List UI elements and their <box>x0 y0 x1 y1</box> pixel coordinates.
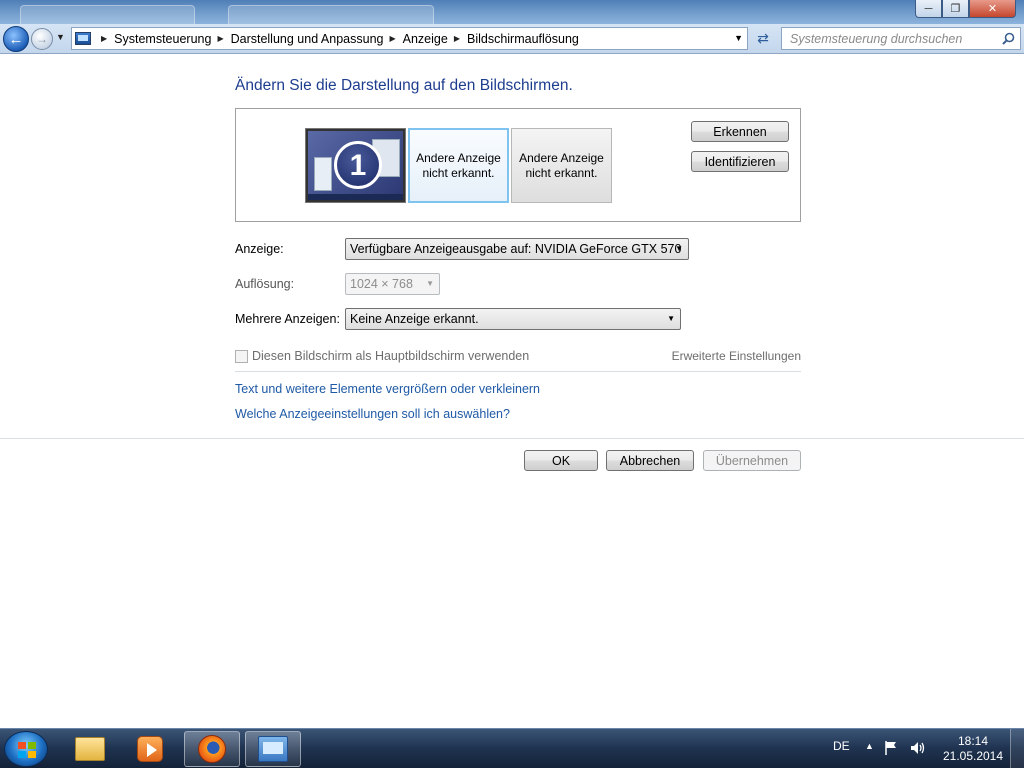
clock-date: 21.05.2014 <box>942 749 1004 763</box>
divider <box>235 371 801 372</box>
apply-button: Übernehmen <box>703 450 801 471</box>
footer-divider <box>0 438 1024 439</box>
primary-display-checkbox <box>235 349 248 363</box>
search-input[interactable]: Systemsteuerung durchsuchen <box>781 27 1021 50</box>
monitor-3[interactable]: Andere Anzeige nicht erkannt. <box>511 128 612 203</box>
forward-button[interactable]: → <box>31 28 53 50</box>
maximize-button[interactable]: ❐ <box>942 0 969 18</box>
recent-pages-dropdown[interactable]: ▼ <box>56 32 65 42</box>
identify-button[interactable]: Identifizieren <box>691 151 789 172</box>
monitor-1-preview: 1 <box>308 131 403 200</box>
background-tab <box>228 5 434 24</box>
caption-buttons: ─ ❐ ✕ <box>915 0 1016 18</box>
monitor-3-label: Andere Anzeige nicht erkannt. <box>519 150 604 180</box>
action-center-flag-icon[interactable] <box>884 740 898 756</box>
resolution-label: Auflösung: <box>235 277 295 291</box>
monitor-1[interactable]: 1 <box>305 128 406 203</box>
close-button[interactable]: ✕ <box>969 0 1016 18</box>
breadcrumb-systemsteuerung[interactable]: Systemsteuerung <box>114 32 211 46</box>
advanced-settings-link[interactable]: Erweiterte Einstellungen <box>672 349 801 363</box>
volume-icon[interactable] <box>910 740 926 756</box>
detect-button[interactable]: Erkennen <box>691 121 789 142</box>
display-select-value: Verfügbare Anzeigeausgabe auf: NVIDIA Ge… <box>350 242 682 256</box>
media-player-icon <box>137 736 163 762</box>
clock-time: 18:14 <box>957 734 989 748</box>
window-titlebar: ─ ❐ ✕ <box>0 0 1024 24</box>
breadcrumb-separator-icon[interactable]: ▶ <box>389 34 395 43</box>
primary-display-option: Diesen Bildschirm als Hauptbildschirm ve… <box>235 349 529 363</box>
language-indicator[interactable]: DE <box>833 739 850 753</box>
navigation-bar: ← → ▼ ▶ Systemsteuerung ▶ Darstellung un… <box>0 24 1024 54</box>
display-select[interactable]: Verfügbare Anzeigeausgabe auf: NVIDIA Ge… <box>345 238 689 260</box>
page-title: Ändern Sie die Darstellung auf den Bilds… <box>235 77 573 94</box>
chevron-down-icon: ▼ <box>667 314 675 323</box>
breadcrumb-bildschirmaufloesung[interactable]: Bildschirmauflösung <box>467 32 579 46</box>
background-tab <box>20 5 195 24</box>
ok-button[interactable]: OK <box>524 450 598 471</box>
control-panel-icon <box>258 736 288 762</box>
multiple-displays-select[interactable]: Keine Anzeige erkannt. ▼ <box>345 308 681 330</box>
breadcrumb-separator-icon[interactable]: ▶ <box>454 34 460 43</box>
back-button[interactable]: ← <box>3 26 29 52</box>
monitor-2[interactable]: Andere Anzeige nicht erkannt. <box>408 128 509 203</box>
resize-text-link[interactable]: Text und weitere Elemente vergrößern ode… <box>235 382 540 396</box>
resolution-select-value: 1024 × 768 <box>350 277 413 291</box>
breadcrumb-separator-icon[interactable]: ▶ <box>217 34 223 43</box>
show-hidden-icons-icon[interactable]: ▲ <box>865 741 874 751</box>
primary-display-label: Diesen Bildschirm als Hauptbildschirm ve… <box>252 349 530 363</box>
preview-taskbar <box>308 194 403 200</box>
taskbar: DE ▲ 18:14 21.05.2014 <box>0 728 1024 769</box>
breadcrumb-darstellung[interactable]: Darstellung und Anpassung <box>231 32 384 46</box>
folder-icon <box>75 737 105 761</box>
chevron-down-icon: ▼ <box>675 244 683 253</box>
taskbar-media-player[interactable] <box>122 731 178 767</box>
refresh-icon[interactable]: ⇄ <box>751 27 775 50</box>
multiple-displays-value: Keine Anzeige erkannt. <box>350 312 479 326</box>
show-desktop-button[interactable] <box>1010 729 1024 769</box>
search-placeholder: Systemsteuerung durchsuchen <box>790 31 963 46</box>
monitor-arrangement-panel: 1 Andere Anzeige nicht erkannt. Andere A… <box>235 108 801 222</box>
multiple-displays-label: Mehrere Anzeigen: <box>235 312 340 326</box>
preview-window <box>314 157 332 191</box>
monitor-number-badge: 1 <box>334 141 382 189</box>
display-label: Anzeige: <box>235 242 284 256</box>
chevron-down-icon: ▼ <box>426 279 434 288</box>
search-icon[interactable] <box>1002 32 1015 45</box>
breadcrumb-anzeige[interactable]: Anzeige <box>403 32 448 46</box>
taskbar-explorer[interactable] <box>62 731 118 767</box>
monitor-2-label: Andere Anzeige nicht erkannt. <box>416 150 501 180</box>
cancel-button[interactable]: Abbrechen <box>606 450 694 471</box>
address-dropdown-icon[interactable]: ▼ <box>734 33 743 43</box>
taskbar-control-panel[interactable] <box>245 731 301 767</box>
address-bar[interactable]: ▶ Systemsteuerung ▶ Darstellung und Anpa… <box>71 27 748 50</box>
resolution-select: 1024 × 768 ▼ <box>345 273 440 295</box>
system-clock[interactable]: 18:14 21.05.2014 <box>938 734 1008 764</box>
taskbar-firefox[interactable] <box>184 731 240 767</box>
firefox-icon <box>198 735 226 763</box>
windows-logo-icon <box>18 742 36 758</box>
control-panel-icon <box>75 32 91 45</box>
which-settings-link[interactable]: Welche Anzeigeeinstellungen soll ich aus… <box>235 407 510 421</box>
minimize-button[interactable]: ─ <box>915 0 942 18</box>
breadcrumb-separator-icon[interactable]: ▶ <box>101 34 107 43</box>
start-button[interactable] <box>4 731 48 767</box>
